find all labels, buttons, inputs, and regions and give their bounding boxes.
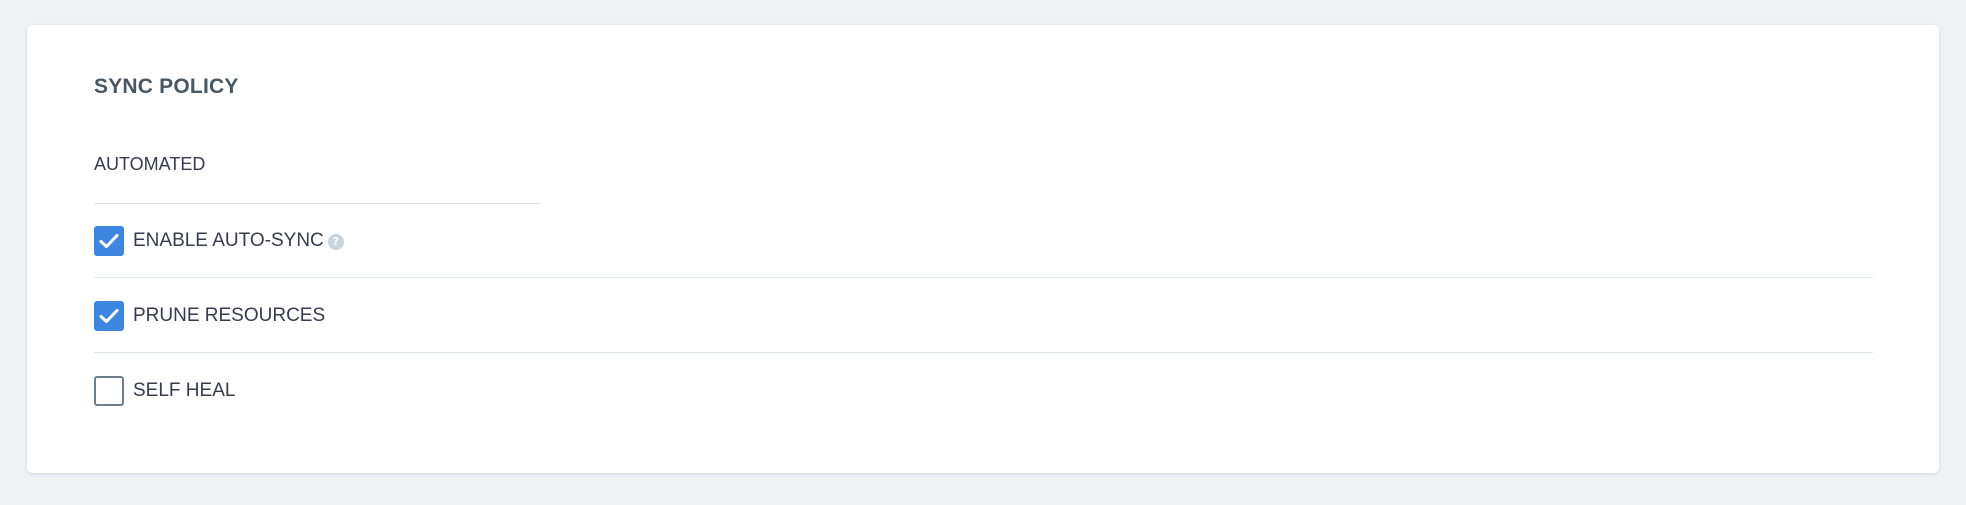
self-heal-label[interactable]: SELF HEAL: [133, 380, 235, 402]
option-row-self-heal[interactable]: SELF HEAL: [94, 354, 1873, 428]
check-icon: [99, 308, 119, 323]
self-heal-checkbox[interactable]: [94, 376, 124, 406]
help-circle-icon[interactable]: ?: [327, 233, 344, 250]
prune-resources-checkbox[interactable]: [94, 300, 124, 331]
check-icon: [99, 233, 119, 248]
option-row-enable-auto-sync[interactable]: ENABLE AUTO-SYNC ?: [94, 204, 1873, 278]
section-title: SYNC POLICY: [94, 75, 239, 98]
enable-auto-sync-checkbox[interactable]: [94, 225, 124, 256]
option-row-prune-resources[interactable]: PRUNE RESOURCES: [94, 279, 1873, 353]
sync-policy-panel: SYNC POLICY AUTOMATED ENABLE AUTO-SYNC ?…: [27, 25, 1939, 473]
prune-resources-label[interactable]: PRUNE RESOURCES: [133, 305, 325, 327]
sync-mode-label: AUTOMATED: [94, 154, 206, 174]
enable-auto-sync-label[interactable]: ENABLE AUTO-SYNC: [133, 230, 324, 252]
